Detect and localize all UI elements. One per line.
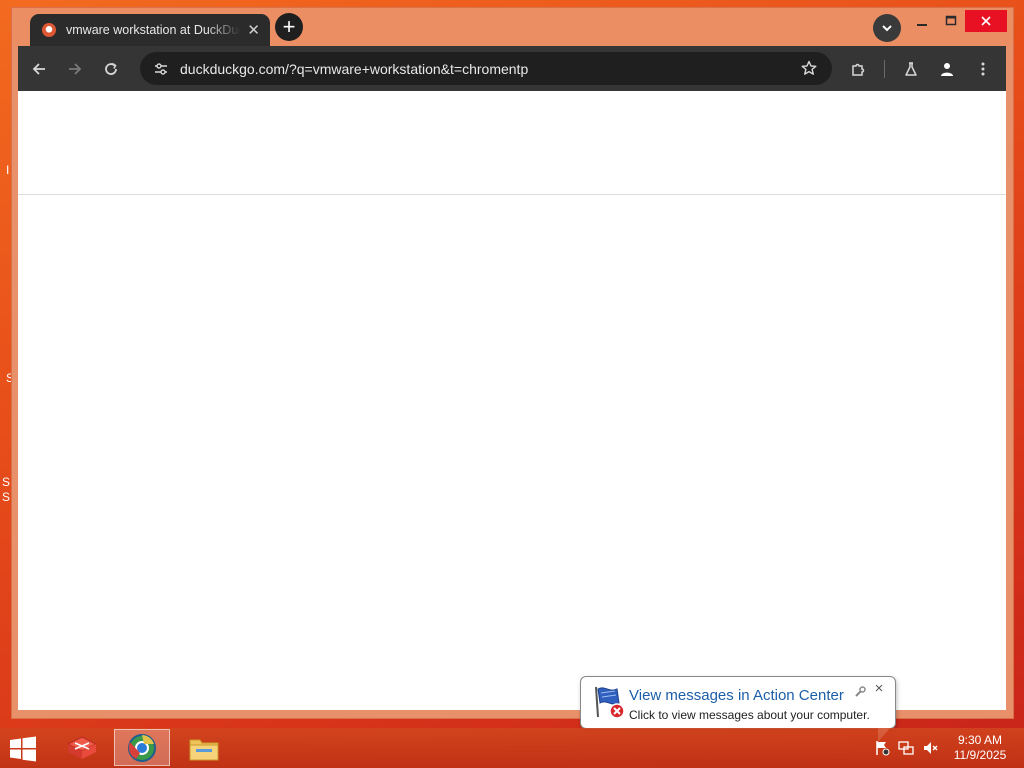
taskbar-browser-button[interactable] bbox=[114, 729, 170, 766]
browser-icon bbox=[128, 733, 156, 762]
tray-action-center-button[interactable] bbox=[873, 740, 891, 756]
clock-date: 11/9/2025 bbox=[953, 748, 1007, 762]
tab-search-button[interactable] bbox=[873, 14, 901, 42]
address-bar[interactable]: duckduckgo.com/?q=vmware+workstation&t=c… bbox=[140, 52, 832, 85]
plus-icon: + bbox=[282, 14, 296, 39]
arrow-right-icon bbox=[69, 63, 82, 75]
duckduckgo-icon bbox=[42, 23, 56, 37]
browser-toolbar: duckduckgo.com/?q=vmware+workstation&t=c… bbox=[18, 46, 1006, 91]
site-info-button[interactable] bbox=[150, 58, 172, 80]
taskbar: 9:30 AM 11/9/2025 bbox=[0, 728, 1024, 768]
toolbar-separator bbox=[884, 60, 885, 78]
menu-button[interactable] bbox=[970, 56, 996, 82]
reload-button[interactable] bbox=[98, 56, 124, 82]
title-bar[interactable]: vmware workstation at DuckDuckGo ✕ + bbox=[12, 8, 1013, 46]
extensions-button[interactable] bbox=[845, 56, 871, 82]
flask-icon bbox=[905, 62, 917, 76]
person-icon bbox=[941, 63, 953, 76]
close-window-button[interactable] bbox=[965, 10, 1007, 32]
settings-wrench-icon[interactable] bbox=[853, 685, 867, 699]
desktop-label-fragment: S bbox=[2, 475, 11, 489]
tune-icon bbox=[155, 62, 167, 75]
labs-button[interactable] bbox=[898, 56, 924, 82]
notification-close-button[interactable]: × bbox=[872, 681, 886, 696]
bookmark-button[interactable] bbox=[798, 57, 820, 79]
file-explorer-icon bbox=[189, 739, 219, 760]
clock-time: 9:30 AM bbox=[957, 733, 1003, 747]
notification-title[interactable]: View messages in Action Center bbox=[629, 687, 844, 704]
header-divider bbox=[18, 194, 1006, 195]
network-icon bbox=[898, 741, 914, 755]
puzzle-icon bbox=[852, 63, 865, 76]
tray-volume-button[interactable] bbox=[921, 740, 939, 756]
start-button[interactable] bbox=[8, 736, 40, 762]
tray-network-button[interactable] bbox=[897, 740, 915, 756]
new-tab-button[interactable]: + bbox=[275, 13, 303, 41]
forward-button[interactable] bbox=[62, 56, 88, 82]
page-content[interactable] bbox=[18, 91, 1006, 710]
chevron-down-icon bbox=[882, 25, 892, 32]
volume-muted-icon bbox=[924, 742, 938, 754]
browser-tab[interactable]: vmware workstation at DuckDuckGo ✕ bbox=[30, 14, 270, 46]
tab-close-icon[interactable]: ✕ bbox=[247, 21, 260, 39]
action-center-notification[interactable]: View messages in Action Center Click to … bbox=[580, 676, 896, 729]
kebab-menu-icon bbox=[981, 62, 985, 76]
reload-icon bbox=[105, 62, 117, 75]
tab-title: vmware workstation at DuckDuckGo bbox=[66, 23, 242, 37]
back-button[interactable] bbox=[26, 56, 52, 82]
maximize-button[interactable] bbox=[937, 10, 965, 32]
url-text[interactable]: duckduckgo.com/?q=vmware+workstation&t=c… bbox=[180, 61, 528, 77]
arrow-left-icon bbox=[32, 63, 45, 75]
notification-text: Click to view messages about your comput… bbox=[629, 708, 870, 722]
taskbar-app-button[interactable] bbox=[54, 729, 110, 766]
app-icon bbox=[66, 735, 98, 759]
close-icon bbox=[981, 16, 991, 26]
minimize-icon bbox=[917, 24, 927, 26]
maximize-icon bbox=[945, 15, 957, 26]
profile-button[interactable] bbox=[934, 56, 960, 82]
desktop-label-fragment: S bbox=[2, 490, 11, 504]
flag-icon bbox=[876, 741, 890, 756]
desktop-label-fragment: I bbox=[6, 163, 10, 177]
system-clock[interactable]: 9:30 AM 11/9/2025 bbox=[946, 733, 1014, 763]
taskbar-file-explorer-button[interactable] bbox=[176, 729, 232, 766]
star-icon bbox=[801, 60, 817, 75]
windows-logo-icon bbox=[10, 736, 36, 762]
action-center-flag-icon bbox=[595, 686, 625, 719]
minimize-button[interactable] bbox=[908, 10, 936, 32]
browser-window: vmware workstation at DuckDuckGo ✕ + bbox=[12, 8, 1013, 718]
